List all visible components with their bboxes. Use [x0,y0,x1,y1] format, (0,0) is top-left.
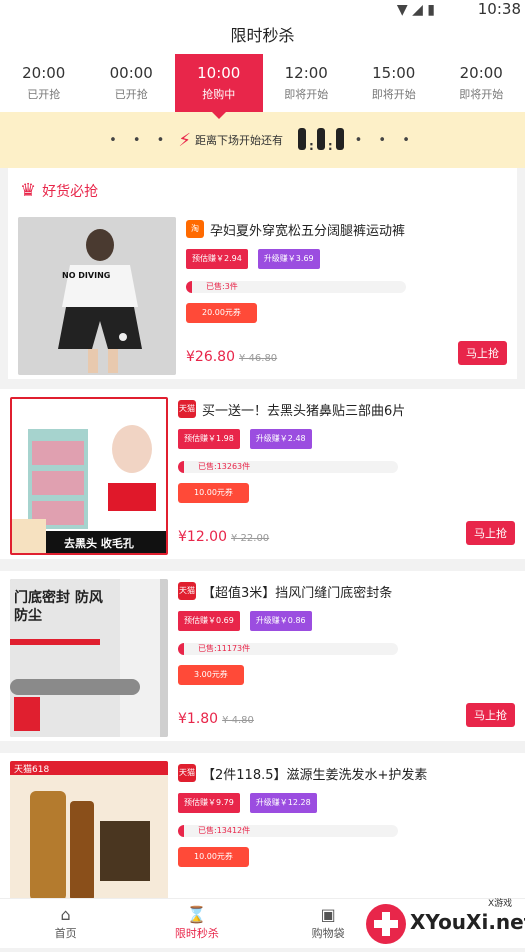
tab-time-3[interactable]: 10:00抢购中 [175,54,263,112]
page-title: 限时秒杀 [0,18,525,54]
coupon-badge[interactable]: 3.00元券 [178,665,244,685]
tab-time-5[interactable]: 15:00即将开始 [350,54,438,112]
product-title: 买一送一！去黑头猪鼻贴三部曲6片 [202,400,405,419]
tmall-icon: 天猫 [178,400,196,418]
tab-time-6[interactable]: 20:00即将开始 [438,54,525,112]
product-item[interactable]: 门底密封 防风防尘 天猫【超值3米】挡风门缝门底密封条 预估赚￥0.69 升级赚￥… [0,571,525,741]
product-item[interactable]: NO DIVING 淘孕妇夏外穿宽松五分阔腿裤运动裤 预估赚￥2.94 升级赚￥3… [8,209,517,379]
product-title: 【超值3米】挡风门缝门底密封条 [202,582,392,601]
tab-time-4[interactable]: 12:00即将开始 [263,54,351,112]
status-time: 10:38 [478,0,521,18]
image-caption: NO DIVING [62,271,110,280]
section-header: ♛ 好货必抢 [8,168,517,209]
countdown-timer: :: [295,128,347,153]
coupon-badge[interactable]: 10.00元券 [178,483,249,503]
estimated-earn-badge: 预估赚￥1.98 [178,429,240,449]
image-caption: 天猫618 [14,762,49,775]
buy-button[interactable]: 马上抢 [466,521,515,545]
sold-progress: 已售:3件 [186,281,406,293]
coupon-badge[interactable]: 20.00元券 [186,303,257,323]
product-image[interactable]: 门底密封 防风防尘 [10,579,168,737]
buy-button[interactable]: 马上抢 [458,341,507,365]
countdown-label: 距离下场开始还有 [195,132,283,148]
price-block: ¥1.80¥ 4.80 [178,711,254,727]
dots-right: • • • [355,133,416,148]
sold-progress: 已售:11173件 [178,643,398,655]
hourglass-icon: ⌛ [131,905,262,925]
product-item[interactable]: 天猫618 天猫【2件118.5】滋源生姜洗发水+护发素 预估赚￥9.79 升级赚… [0,753,525,903]
estimated-earn-badge: 预估赚￥9.79 [178,793,240,813]
hot-deals-card: ♛ 好货必抢 NO DIVING 淘孕妇夏外穿宽松五分阔腿裤运动裤 预估赚￥2.… [8,168,517,379]
product-image[interactable]: 天猫618 [10,761,168,919]
site-watermark: XYouXi.net X游戏 [360,894,525,948]
crown-icon: ♛ [20,180,36,201]
countdown-bar: • • • ⚡ 距离下场开始还有 :: • • • [0,112,525,168]
status-bar: ▼ ◢ ▮ 10:38 [0,0,525,18]
dots-left: • • • [109,133,170,148]
tab-time-2[interactable]: 00:00已开抢 [88,54,176,112]
sold-progress: 已售:13412件 [178,825,398,837]
home-icon: ⌂ [0,905,131,925]
signal-icon: ▼ ◢ ▮ [397,2,435,18]
section-title: 好货必抢 [42,181,98,201]
taobao-icon: 淘 [186,220,204,238]
nav-flash-sale[interactable]: ⌛限时秒杀 [131,899,262,948]
estimated-earn-badge: 预估赚￥0.69 [178,611,240,631]
upgrade-earn-badge: 升级赚￥3.69 [258,249,320,269]
upgrade-earn-badge: 升级赚￥12.28 [250,793,317,813]
price-block: ¥26.80¥ 46.80 [186,349,277,365]
image-caption: 去黑头 收毛孔 [64,535,134,551]
tmall-icon: 天猫 [178,764,196,782]
product-image[interactable]: NO DIVING [18,217,176,375]
coupon-badge[interactable]: 10.00元券 [178,847,249,867]
upgrade-earn-badge: 升级赚￥0.86 [250,611,312,631]
product-image[interactable]: 去黑头 收毛孔 [10,397,168,555]
product-title: 孕妇夏外穿宽松五分阔腿裤运动裤 [210,220,405,239]
product-title: 【2件118.5】滋源生姜洗发水+护发素 [202,764,427,783]
watermark-sub: X游戏 [488,896,512,909]
buy-button[interactable]: 马上抢 [466,703,515,727]
lightning-icon: ⚡ [178,130,191,151]
tmall-icon: 天猫 [178,582,196,600]
time-tabs: 20:00已开抢 00:00已开抢 10:00抢购中 12:00即将开始 15:… [0,54,525,112]
nav-home[interactable]: ⌂首页 [0,899,131,948]
tab-time-1[interactable]: 20:00已开抢 [0,54,88,112]
estimated-earn-badge: 预估赚￥2.94 [186,249,248,269]
product-item[interactable]: 去黑头 收毛孔 天猫买一送一！去黑头猪鼻贴三部曲6片 预估赚￥1.98 升级赚￥2… [0,389,525,559]
watermark-text: XYouXi.net [410,910,525,934]
sold-progress: 已售:13263件 [178,461,398,473]
upgrade-earn-badge: 升级赚￥2.48 [250,429,312,449]
price-block: ¥12.00¥ 22.00 [178,529,269,545]
image-caption: 门底密封 防风防尘 [14,589,114,625]
